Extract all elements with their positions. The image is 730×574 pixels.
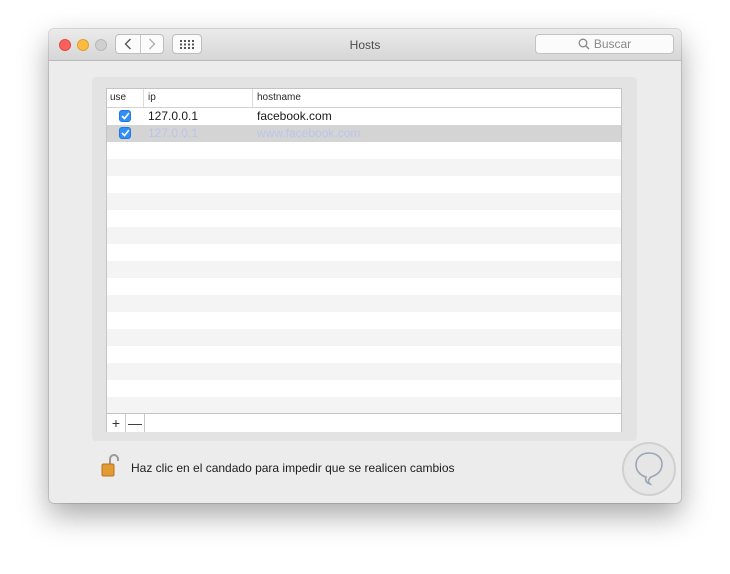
column-header-use[interactable]: use [107,89,144,107]
preferences-window: Hosts Buscar use ip hostname 127.0.0.1 f… [49,29,681,503]
unlocked-padlock-icon [101,454,119,477]
ip-cell[interactable]: 127.0.0.1 [148,108,198,125]
lock-message: Haz clic en el candado para impedir que … [131,461,455,475]
checkbox-checked [119,110,131,122]
empty-table-row [107,380,621,397]
table-body: 127.0.0.1 facebook.com 127.0.0.1 www.fac… [107,108,621,413]
use-checkbox[interactable] [119,127,132,140]
empty-table-row [107,261,621,278]
use-checkbox[interactable] [119,110,132,123]
empty-table-row [107,312,621,329]
empty-table-row [107,210,621,227]
table-row[interactable]: 127.0.0.1 facebook.com [107,108,621,125]
empty-table-row [107,295,621,312]
table-header: use ip hostname [107,89,621,108]
empty-table-row [107,363,621,380]
search-icon [578,38,590,50]
checkmark-icon [120,129,130,137]
empty-table-row [107,397,621,413]
empty-table-row [107,346,621,363]
search-field[interactable]: Buscar [535,34,674,54]
checkmark-icon [120,112,130,120]
table-row-selected[interactable]: 127.0.0.1 www.facebook.com [107,125,621,142]
empty-table-row [107,278,621,295]
empty-table-row [107,329,621,346]
hostname-cell[interactable]: www.facebook.com [257,125,360,142]
hosts-panel: use ip hostname 127.0.0.1 facebook.com 1… [92,77,637,441]
lock-button[interactable] [101,453,119,477]
empty-table-row [107,159,621,176]
remove-host-button[interactable]: — [126,414,145,432]
empty-table-row [107,142,621,159]
column-header-ip[interactable]: ip [144,89,253,107]
column-header-hostname[interactable]: hostname [253,89,621,107]
title-bar: Hosts Buscar [49,29,681,61]
empty-table-row [107,176,621,193]
empty-table-row [107,244,621,261]
hostname-cell[interactable]: facebook.com [257,108,332,125]
watermark-logo-icon [635,452,663,486]
empty-table-row [107,227,621,244]
empty-table-row [107,193,621,210]
table-footer: + — [107,413,621,432]
search-placeholder: Buscar [593,37,632,51]
add-host-button[interactable]: + [107,414,126,432]
checkbox-checked [119,127,131,139]
ip-cell[interactable]: 127.0.0.1 [148,125,198,142]
hosts-table: use ip hostname 127.0.0.1 facebook.com 1… [106,88,622,432]
watermark-logo [622,442,676,496]
